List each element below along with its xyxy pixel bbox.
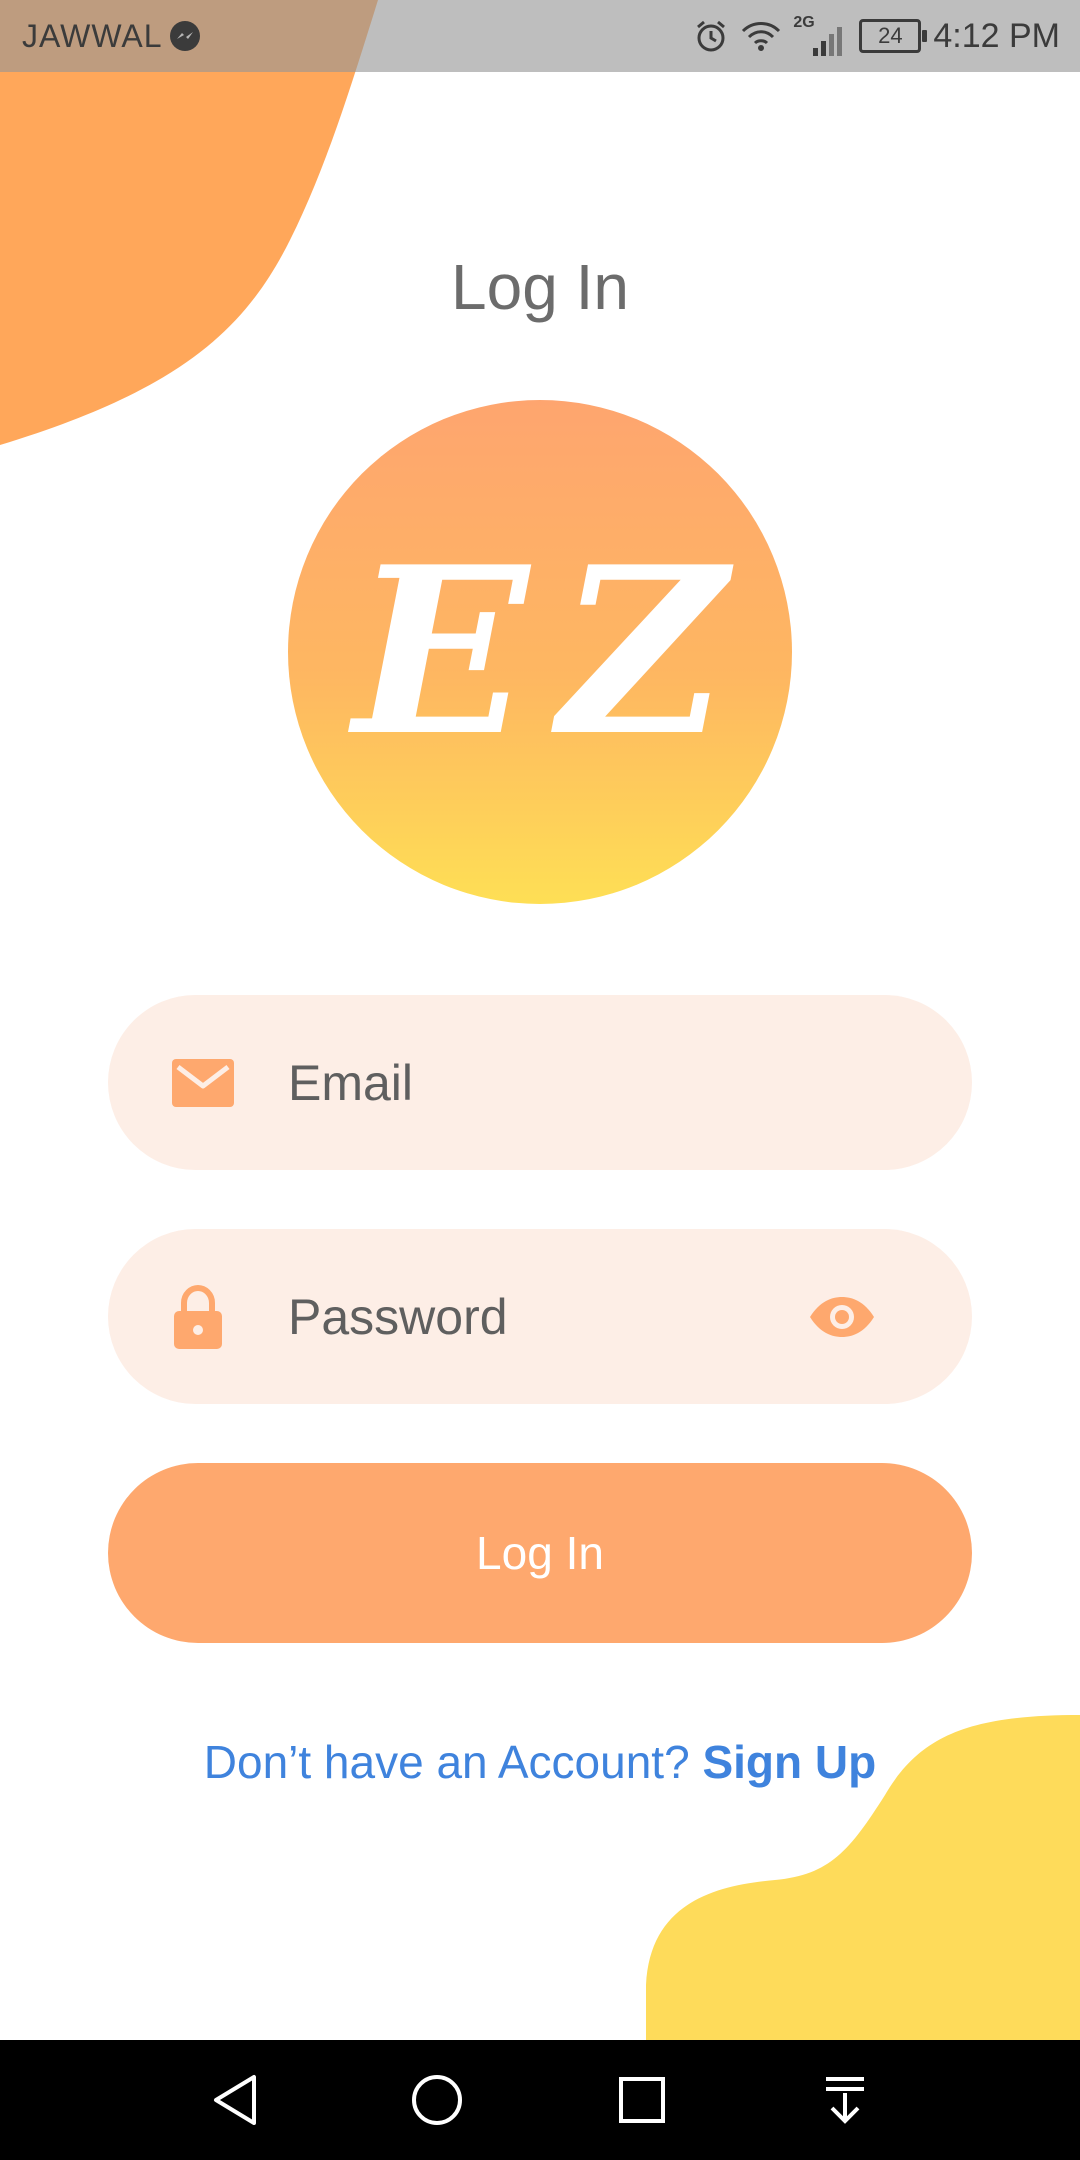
carrier-name: JAWWAL xyxy=(22,17,163,54)
mail-icon xyxy=(172,1058,234,1107)
home-button[interactable] xyxy=(392,2040,482,2160)
battery-icon: 24 xyxy=(859,19,928,53)
signal-icon xyxy=(813,27,843,56)
password-field[interactable] xyxy=(108,1229,972,1404)
carrier: JAWWAL xyxy=(22,0,201,72)
lock-icon xyxy=(174,1284,222,1349)
status-icons: 2G 24 4:12 PM xyxy=(693,0,1060,72)
signup-row: Don’t have an Account? Sign Up xyxy=(0,1735,1080,1789)
app-logo: EZ xyxy=(288,400,792,904)
signup-link[interactable]: Sign Up xyxy=(702,1736,876,1788)
logo-text: EZ xyxy=(353,517,757,787)
status-bar: JAWWAL 2G 24 4:12 PM xyxy=(0,0,1080,72)
notifications-button[interactable] xyxy=(800,2040,890,2160)
navigation-bar xyxy=(0,2040,1080,2160)
back-button[interactable] xyxy=(190,2040,280,2160)
recents-icon xyxy=(619,2077,665,2123)
alarm-icon xyxy=(697,20,726,52)
home-icon xyxy=(412,2075,462,2125)
cellular-indicator: 2G xyxy=(793,14,847,56)
signup-prompt: Don’t have an Account? xyxy=(203,1736,690,1788)
page-title: Log In xyxy=(451,251,629,323)
recents-button[interactable] xyxy=(597,2040,687,2160)
wifi-icon xyxy=(742,22,781,51)
clock: 4:12 PM xyxy=(933,16,1060,55)
back-icon xyxy=(214,2075,256,2125)
messenger-icon xyxy=(169,21,200,51)
password-input[interactable] xyxy=(288,1229,848,1404)
email-input[interactable] xyxy=(288,995,848,1170)
email-field[interactable] xyxy=(108,995,972,1170)
eye-icon[interactable] xyxy=(808,1295,876,1339)
notifications-pulldown-icon xyxy=(826,2077,864,2124)
login-button[interactable]: Log In xyxy=(108,1463,972,1643)
battery-level: 24 xyxy=(878,23,903,48)
